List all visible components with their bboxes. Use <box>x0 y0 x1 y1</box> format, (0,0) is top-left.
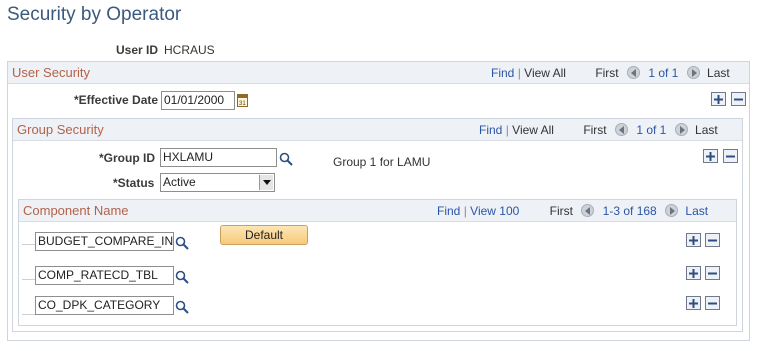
component-add-row-icon[interactable] <box>686 233 701 247</box>
user-security-last-link[interactable]: Last <box>707 66 730 80</box>
user-security-nav: Find | View All First 1 of 1 Last <box>491 66 730 80</box>
group-security-view-all-link[interactable]: View All <box>512 123 554 137</box>
user-security-add-row-icon[interactable] <box>711 92 726 106</box>
component-panel: Component Name Find | View 100 First 1-3… <box>18 199 737 326</box>
group-security-panel: Group Security Find | View All First 1 o… <box>12 118 743 332</box>
component-name-input[interactable]: BUDGET_COMPARE_INQ <box>35 232 174 251</box>
component-title: Component Name <box>23 203 129 218</box>
nav-separator: | <box>517 66 521 80</box>
user-security-find-link[interactable]: Find <box>491 66 514 80</box>
previous-row-icon[interactable] <box>626 66 640 79</box>
group-delete-row-icon[interactable] <box>723 149 738 163</box>
component-last-link[interactable]: Last <box>685 204 708 218</box>
nav-separator: | <box>505 123 509 137</box>
chevron-down-icon[interactable] <box>259 175 273 190</box>
previous-row-icon[interactable] <box>614 123 628 136</box>
user-security-count: 1 of 1 <box>648 66 679 80</box>
group-security-nav: Find | View All First 1 of 1 Last <box>479 123 718 137</box>
group-id-label: *Group ID <box>99 151 155 165</box>
group-security-header: Group Security Find | View All First 1 o… <box>13 119 742 141</box>
component-lookup-icon[interactable] <box>175 300 189 314</box>
next-rows-icon[interactable] <box>665 204 679 217</box>
component-first-link[interactable]: First <box>550 204 573 218</box>
component-count: 1-3 of 168 <box>602 204 657 218</box>
user-id-label: User ID <box>116 43 159 57</box>
status-selected-value: Active <box>163 175 196 189</box>
row-indent <box>22 279 36 280</box>
component-delete-row-icon[interactable] <box>705 266 720 280</box>
group-description: Group 1 for LAMU <box>333 155 431 169</box>
group-id-lookup-icon[interactable] <box>279 152 293 166</box>
component-view-100-link[interactable]: View 100 <box>470 204 519 218</box>
component-add-row-icon[interactable] <box>686 296 701 310</box>
component-name-input[interactable]: CO_DPK_CATEGORY <box>35 296 174 315</box>
group-security-last-link[interactable]: Last <box>695 123 718 137</box>
group-security-first-link[interactable]: First <box>583 123 606 137</box>
previous-rows-icon[interactable] <box>581 204 595 217</box>
component-lookup-icon[interactable] <box>175 236 189 250</box>
group-add-row-icon[interactable] <box>703 149 718 163</box>
group-id-input[interactable]: HXLAMU <box>160 148 277 167</box>
user-security-title: User Security <box>12 65 91 80</box>
page-title: Security by Operator <box>7 4 182 25</box>
user-security-panel: User Security Find | View All First 1 of… <box>7 61 750 341</box>
calendar-icon[interactable]: 31 <box>237 94 248 107</box>
component-name-input[interactable]: COMP_RATECD_TBL <box>35 266 174 285</box>
effective-date-input[interactable]: 01/01/2000 <box>161 91 235 110</box>
component-delete-row-icon[interactable] <box>705 233 720 247</box>
effective-date-label: *Effective Date <box>74 93 159 107</box>
component-find-link[interactable]: Find <box>437 204 460 218</box>
row-indent <box>22 314 36 315</box>
group-security-find-link[interactable]: Find <box>479 123 502 137</box>
component-add-row-icon[interactable] <box>686 266 701 280</box>
status-label: *Status <box>113 176 155 190</box>
component-nav: Find | View 100 First 1-3 of 168 Last <box>437 204 708 218</box>
user-security-first-link[interactable]: First <box>595 66 618 80</box>
nav-separator: | <box>463 204 467 218</box>
user-security-view-all-link[interactable]: View All <box>524 66 566 80</box>
next-row-icon[interactable] <box>686 66 700 79</box>
next-row-icon[interactable] <box>674 123 688 136</box>
user-id-value: HCRAUS <box>164 43 215 57</box>
component-delete-row-icon[interactable] <box>705 296 720 310</box>
user-security-delete-row-icon[interactable] <box>731 92 746 106</box>
user-security-header: User Security Find | View All First 1 of… <box>8 62 749 84</box>
group-security-count: 1 of 1 <box>636 123 667 137</box>
default-button[interactable]: Default <box>220 225 308 245</box>
group-security-title: Group Security <box>17 122 104 137</box>
svg-text:31: 31 <box>239 101 246 106</box>
component-lookup-icon[interactable] <box>175 270 189 284</box>
row-indent <box>22 244 36 245</box>
component-header: Component Name Find | View 100 First 1-3… <box>19 200 736 222</box>
status-select[interactable]: Active <box>160 173 275 192</box>
